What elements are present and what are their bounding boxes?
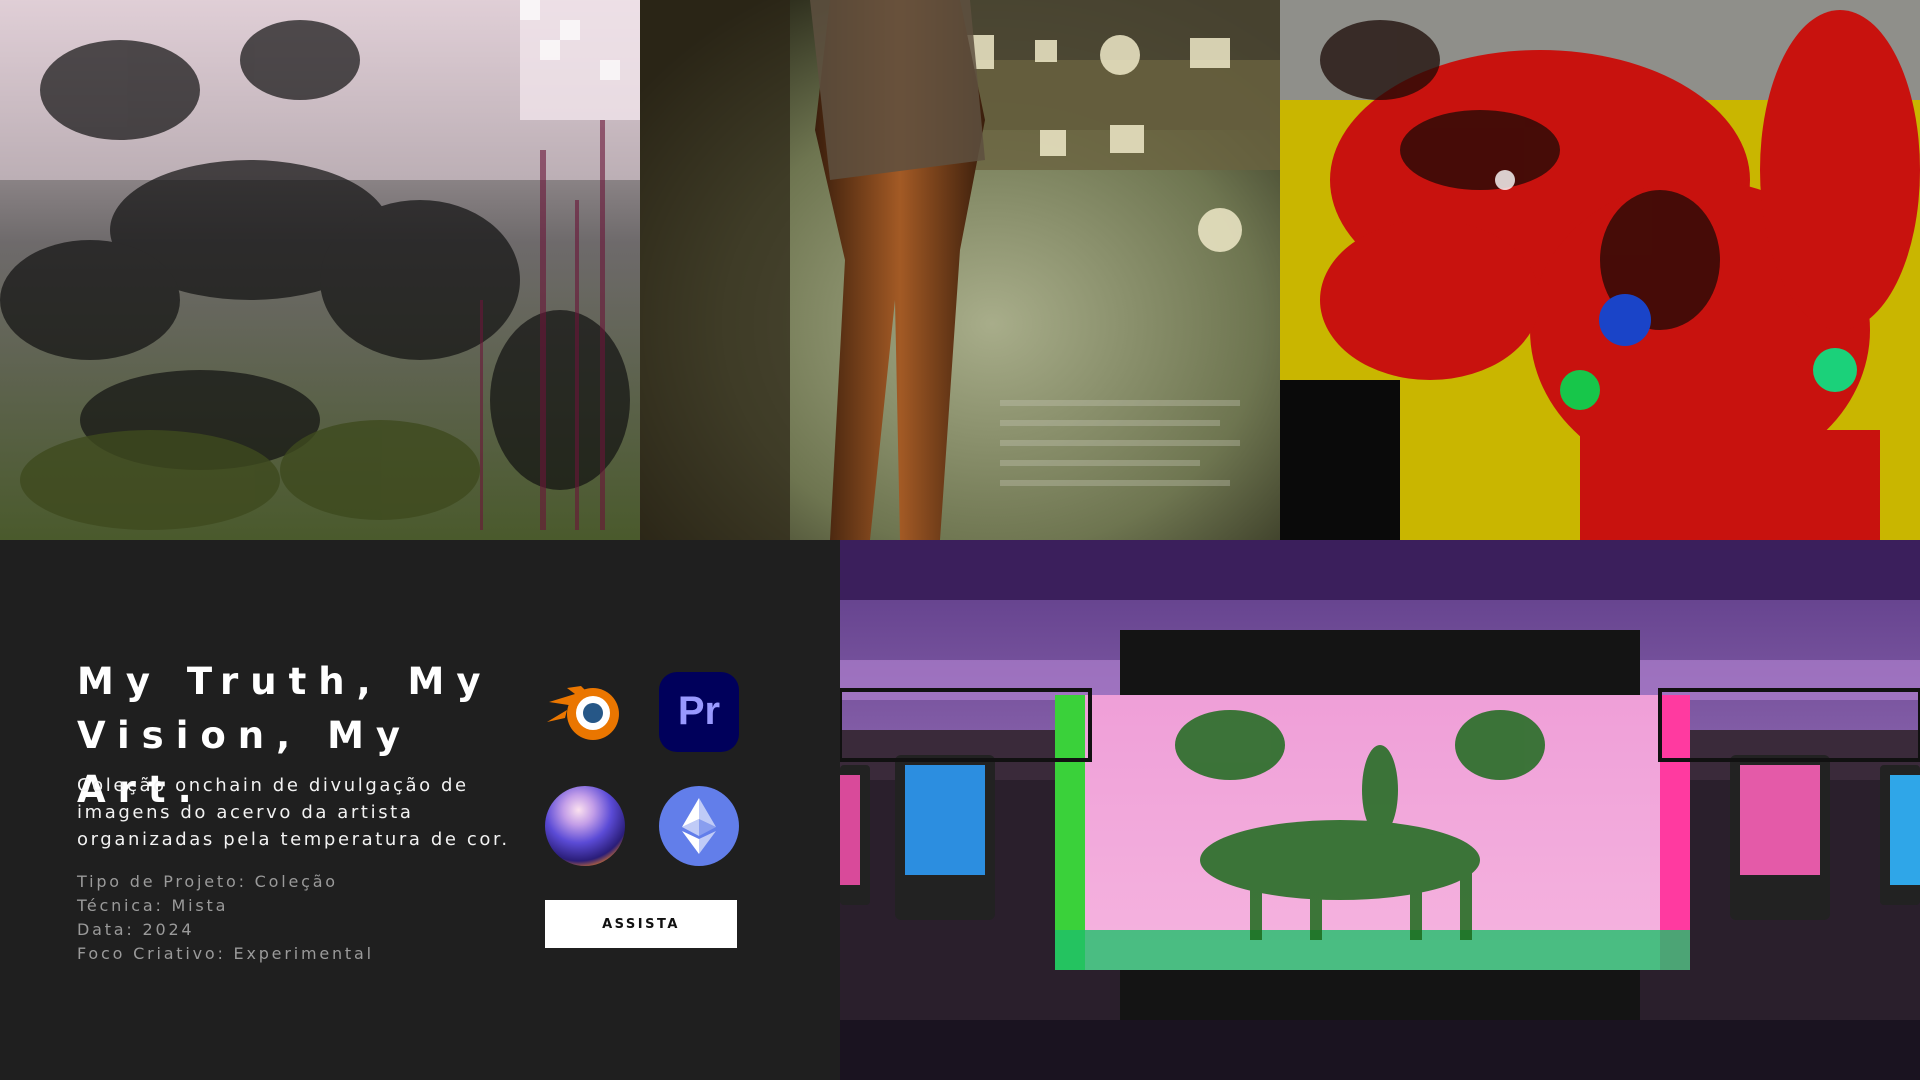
- 3d-sphere-icon: [545, 786, 625, 866]
- blender-icon: [545, 672, 625, 752]
- artwork-red-yellow-glitch: [1280, 0, 1920, 540]
- ethereum-icon: [659, 786, 739, 866]
- exhibition-photo: [840, 540, 1920, 1080]
- artwork-golden-figure: [640, 0, 1280, 540]
- meta-project-type: Tipo de Projeto: Coleção: [77, 872, 338, 891]
- premiere-pro-label: Pr: [678, 689, 720, 733]
- meta-technique: Técnica: Mista: [77, 896, 229, 915]
- premiere-pro-icon: Pr: [659, 672, 739, 752]
- project-meta-list: Tipo de Projeto: Coleção Técnica: Mista …: [77, 870, 537, 966]
- artwork-monochrome-glitch: [0, 0, 640, 540]
- project-info-panel: My Truth, My Vision, My Art. Coleção onc…: [0, 540, 840, 1080]
- meta-date: Data: 2024: [77, 920, 195, 939]
- meta-creative-focus: Foco Criativo: Experimental: [77, 944, 374, 963]
- watch-button[interactable]: ASSISTA: [545, 900, 737, 948]
- project-description: Coleção onchain de divulgação de imagens…: [77, 775, 510, 850]
